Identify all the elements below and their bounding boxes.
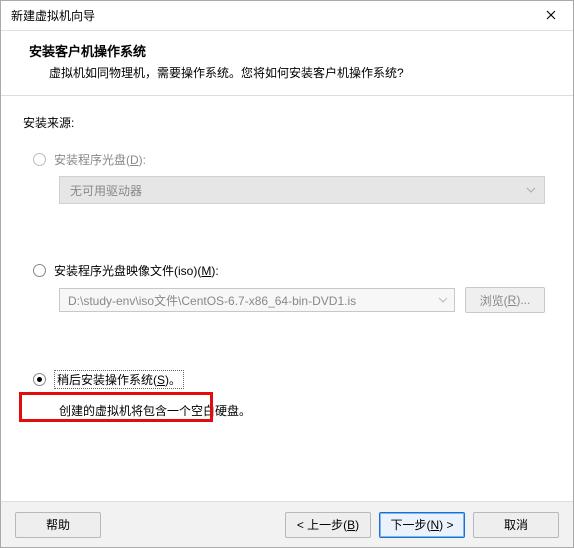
option-install-disc-label: 安装程序光盘(D):	[54, 151, 146, 168]
drive-dropdown-value: 无可用驱动器	[70, 182, 142, 199]
header-title: 安装客户机操作系统	[29, 41, 545, 60]
header-description: 虚拟机如同物理机，需要操作系统。您将如何安装客户机操作系统?	[29, 64, 545, 81]
iso-path-value: D:\study-env\iso文件\CentOS-6.7-x86_64-bin…	[68, 292, 356, 309]
option-install-later-label: 稍后安装操作系统(S)。	[54, 370, 184, 389]
window-title: 新建虚拟机向导	[11, 7, 95, 24]
wizard-window: 新建虚拟机向导 安装客户机操作系统 虚拟机如同物理机，需要操作系统。您将如何安装…	[0, 0, 574, 548]
option-install-iso-label: 安装程序光盘映像文件(iso)(M):	[54, 262, 219, 279]
install-source-label: 安装来源:	[23, 114, 551, 131]
titlebar: 新建虚拟机向导	[1, 1, 573, 31]
iso-path-field: D:\study-env\iso文件\CentOS-6.7-x86_64-bin…	[59, 288, 455, 312]
header: 安装客户机操作系统 虚拟机如同物理机，需要操作系统。您将如何安装客户机操作系统?	[1, 31, 573, 96]
next-button[interactable]: 下一步(N) >	[379, 512, 465, 538]
footer: 帮助 < 上一步(B) 下一步(N) > 取消	[1, 501, 573, 547]
install-later-note: 创建的虚拟机将包含一个空白硬盘。	[59, 402, 551, 419]
drive-dropdown-field: 无可用驱动器	[59, 176, 545, 204]
back-button[interactable]: < 上一步(B)	[285, 512, 371, 538]
radio-install-iso[interactable]	[33, 264, 46, 277]
drive-dropdown: 无可用驱动器	[59, 176, 545, 204]
option-install-iso[interactable]: 安装程序光盘映像文件(iso)(M):	[33, 262, 551, 279]
browse-button: 浏览(R)...	[465, 287, 545, 313]
close-icon	[546, 9, 556, 23]
option-install-later[interactable]: 稍后安装操作系统(S)。	[33, 367, 551, 392]
iso-row: D:\study-env\iso文件\CentOS-6.7-x86_64-bin…	[59, 287, 545, 313]
close-button[interactable]	[529, 1, 573, 31]
body: 安装来源: 安装程序光盘(D): 无可用驱动器 安装程序光盘映像文件(iso)(…	[1, 96, 573, 501]
chevron-down-icon	[438, 297, 448, 303]
chevron-down-icon	[526, 187, 536, 193]
radio-install-later[interactable]	[33, 373, 46, 386]
option-install-disc: 安装程序光盘(D):	[33, 151, 551, 168]
radio-install-disc	[33, 153, 46, 166]
cancel-button[interactable]: 取消	[473, 512, 559, 538]
help-button[interactable]: 帮助	[15, 512, 101, 538]
